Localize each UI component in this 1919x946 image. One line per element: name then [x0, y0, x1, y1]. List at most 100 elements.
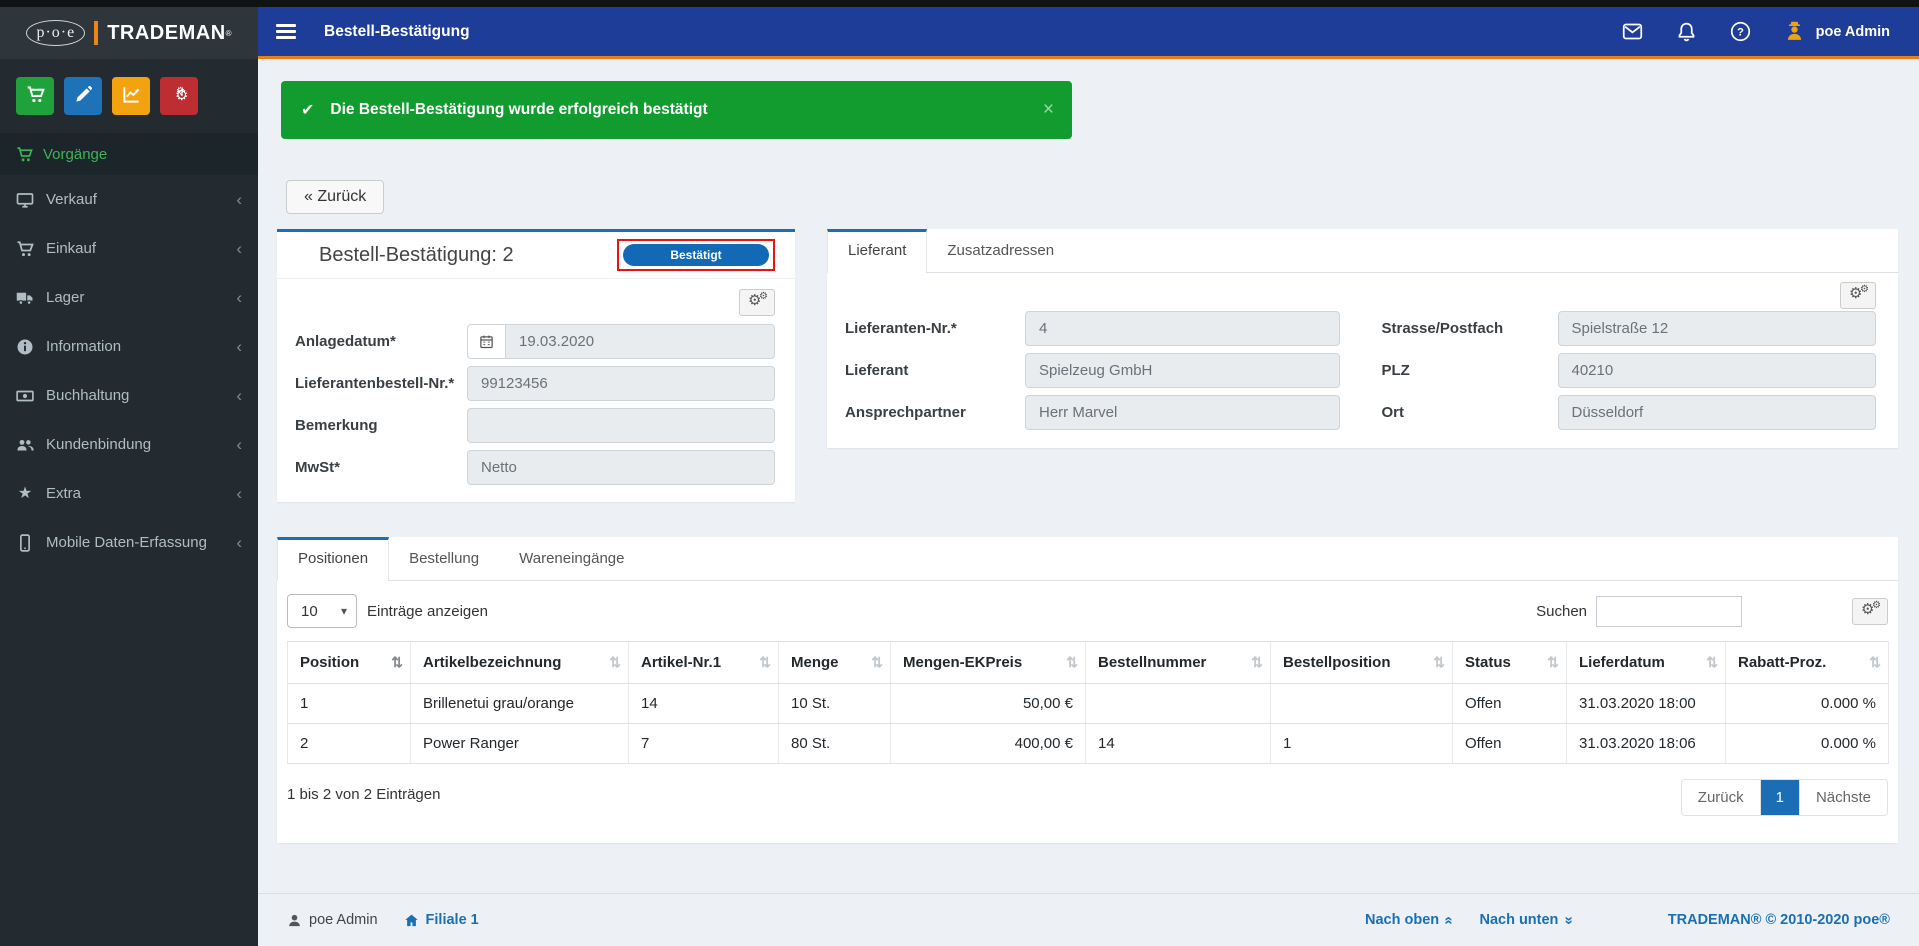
quick-cart-button[interactable]: [16, 77, 54, 115]
search-input[interactable]: [1596, 595, 1742, 627]
quick-chart-button[interactable]: [112, 77, 150, 115]
sort-icon: [1251, 654, 1263, 671]
sidebar-item-label: Vorgänge: [43, 145, 108, 163]
footer-branch-link[interactable]: Filiale 1: [404, 912, 479, 928]
table-header-row: Position Artikelbezeichnung Artikel-Nr.1…: [287, 641, 1889, 684]
column-header-artikelbezeichnung[interactable]: Artikelbezeichnung: [410, 641, 629, 684]
sidebar-item-vorgaenge[interactable]: Vorgänge: [0, 133, 258, 175]
sidebar-item-label: Kundenbindung: [46, 436, 152, 453]
sidebar-item-label: Extra: [46, 485, 82, 502]
field-label: Ort: [1381, 404, 1405, 421]
footer-copyright: TRADEMAN® © 2010-2020 poe®: [1667, 912, 1890, 928]
ansprechpartner-input: [1025, 395, 1340, 430]
quick-buttons: [0, 59, 258, 133]
cell-lieferdatum: 31.03.2020 18:06: [1566, 723, 1726, 764]
sidebar-item-einkauf[interactable]: Einkauf: [0, 224, 258, 273]
alert-close-button[interactable]: ×: [1043, 99, 1054, 121]
sidebar-item-label: Verkauf: [46, 191, 97, 208]
cell-status: Offen: [1452, 683, 1567, 724]
sidebar: p·o·e TRADEMAN ® Vorgänge Verkauf Einkau…: [0, 7, 258, 946]
tab-wareneingaenge[interactable]: Wareneingänge: [499, 537, 644, 580]
sidebar-item-mobile-daten-erfassung[interactable]: Mobile Daten-Erfassung: [0, 518, 258, 567]
help-button[interactable]: ?: [1730, 21, 1752, 43]
column-header-bestellposition[interactable]: Bestellposition: [1270, 641, 1453, 684]
table-settings-button[interactable]: [1852, 597, 1888, 625]
notifications-button[interactable]: [1676, 21, 1698, 43]
caret-down-icon: [341, 604, 347, 618]
sort-icon: [1433, 654, 1445, 671]
strasse-postfach-input: [1557, 311, 1876, 346]
main-content: Die Bestell-Bestätigung wurde erfolgreic…: [258, 62, 1919, 893]
table-row: 1 Brillenetui grau/orange 14 10 St. 50,0…: [287, 683, 1889, 724]
tab-lieferant[interactable]: Lieferant: [827, 229, 928, 273]
mail-button[interactable]: [1622, 21, 1644, 43]
sidebar-item-label: Buchhaltung: [46, 387, 130, 404]
table-info: 1 bis 2 von 2 Einträgen: [287, 786, 441, 803]
cell-mengen-ekpreis: 50,00 €: [890, 683, 1086, 724]
gears-icon: [167, 85, 191, 107]
page-title: Bestell-Bestätigung: [324, 22, 470, 40]
tab-zusatzadressen[interactable]: Zusatzadressen: [927, 229, 1074, 272]
truck-icon: [16, 292, 33, 305]
lieferant-input: [1025, 353, 1340, 388]
page-length-value: 10: [301, 602, 318, 620]
sort-icon: [759, 654, 771, 671]
panel-settings-button[interactable]: [739, 289, 775, 316]
chevron-left-icon: [236, 239, 242, 259]
column-header-artikel-nr[interactable]: Artikel-Nr.1: [628, 641, 779, 684]
sidebar-item-buchhaltung[interactable]: Buchhaltung: [0, 371, 258, 420]
field-label: Lieferanten-Nr.*: [845, 320, 957, 337]
column-header-status[interactable]: Status: [1452, 641, 1567, 684]
cell-artikel-nr: 7: [628, 723, 779, 764]
mobile-icon: [20, 533, 30, 552]
pagination-page-1[interactable]: 1: [1760, 780, 1800, 815]
home-icon: [404, 914, 418, 926]
page-length-select[interactable]: 10: [287, 594, 357, 628]
sidebar-item-verkauf[interactable]: Verkauf: [0, 175, 258, 224]
anlagedatum-input: [506, 324, 775, 359]
page-length-label: Einträge anzeigen: [367, 602, 488, 620]
cogs-icon: [1841, 283, 1875, 308]
sidebar-item-kundenbindung[interactable]: Kundenbindung: [0, 420, 258, 469]
hamburger-menu-button[interactable]: [276, 21, 296, 43]
chevron-left-icon: [236, 484, 242, 504]
column-header-menge[interactable]: Menge: [778, 641, 891, 684]
sidebar-item-lager[interactable]: Lager: [0, 273, 258, 322]
sidebar-item-extra[interactable]: ★ Extra: [0, 469, 258, 518]
column-header-lieferdatum[interactable]: Lieferdatum: [1566, 641, 1726, 684]
sort-icon: [871, 654, 883, 671]
pagination-next-button[interactable]: Nächste: [1799, 780, 1887, 815]
tab-bestellung[interactable]: Bestellung: [389, 537, 499, 580]
check-icon: [301, 100, 314, 120]
column-header-bestellnummer[interactable]: Bestellnummer: [1085, 641, 1271, 684]
lieferanten-nr-input: [1025, 311, 1340, 346]
column-header-position[interactable]: Position: [287, 641, 411, 684]
pagination-prev-button[interactable]: Zurück: [1681, 780, 1761, 815]
desktop-icon: [16, 192, 34, 208]
pagination: Zurück 1 Nächste: [1680, 779, 1888, 816]
pencil-icon: [74, 85, 93, 108]
positions-tabs: Positionen Bestellung Wareneingänge: [277, 537, 1898, 581]
user-menu[interactable]: poe Admin: [1784, 21, 1890, 42]
chevron-left-icon: [236, 190, 242, 210]
quick-edit-button[interactable]: [64, 77, 102, 115]
app-logo[interactable]: p·o·e TRADEMAN ®: [0, 7, 258, 59]
tab-positionen[interactable]: Positionen: [277, 537, 390, 581]
back-button[interactable]: « Zurück: [286, 180, 385, 214]
scroll-to-bottom-link[interactable]: Nach unten: [1479, 912, 1572, 929]
top-header: Bestell-Bestätigung ? poe Admin: [258, 7, 1919, 59]
column-header-rabatt-proz[interactable]: Rabatt-Proz.: [1725, 641, 1889, 684]
cell-menge: 80 St.: [778, 723, 891, 764]
logo-registered: ®: [225, 28, 232, 38]
quick-settings-button[interactable]: [160, 77, 198, 115]
field-label: Strasse/Postfach: [1381, 320, 1504, 337]
sidebar-item-information[interactable]: Information: [0, 322, 258, 371]
sort-icon: [391, 654, 403, 671]
bell-icon: [1678, 22, 1695, 42]
panel-settings-button[interactable]: [1840, 282, 1876, 309]
scroll-to-top-link[interactable]: Nach oben: [1365, 912, 1453, 929]
cell-artikel-nr: 14: [628, 683, 779, 724]
field-label: Ansprechpartner: [845, 404, 966, 421]
column-header-mengen-ekpreis[interactable]: Mengen-EKPreis: [890, 641, 1086, 684]
angles-up-icon: [1445, 912, 1453, 929]
